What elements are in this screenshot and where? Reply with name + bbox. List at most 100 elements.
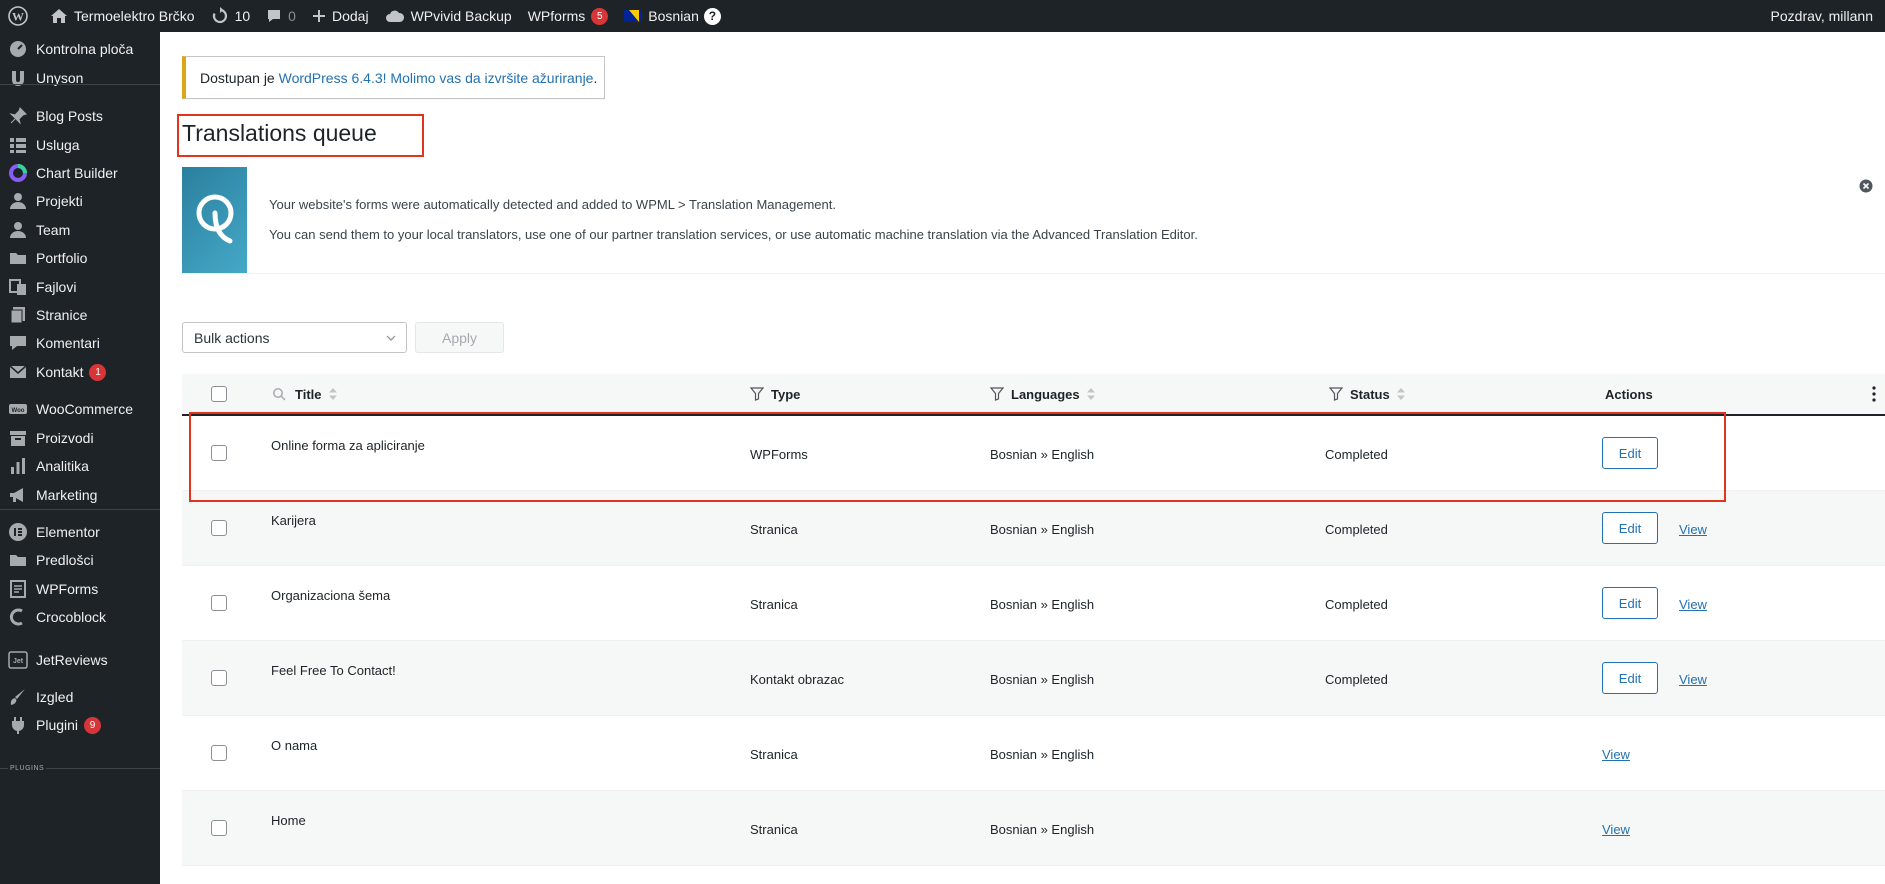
row-checkbox[interactable]	[211, 820, 227, 836]
chevron-down-icon	[386, 335, 396, 341]
row-status: Completed	[1325, 522, 1388, 537]
sidebar-item-label: JetReviews	[36, 652, 108, 668]
type-header-label: Type	[771, 386, 801, 402]
filter-icon[interactable]	[750, 387, 764, 401]
row-checkbox-box	[211, 745, 227, 761]
column-options-button[interactable]	[1872, 374, 1876, 414]
unyson-icon	[8, 68, 28, 88]
wpml-logo-icon	[196, 194, 233, 244]
sidebar-item-marketing[interactable]: Marketing	[0, 480, 160, 510]
language-switcher[interactable]: Bosnian ?	[616, 0, 729, 32]
row-checkbox[interactable]	[211, 595, 227, 611]
cloud-icon	[385, 10, 404, 22]
edit-button[interactable]: Edit	[1602, 662, 1658, 694]
sidebar-item-wpforms[interactable]: WPForms	[0, 574, 160, 604]
sidebar-item-stranice[interactable]: Stranice	[0, 300, 160, 330]
filter-icon[interactable]	[1329, 387, 1343, 401]
plugins-section-tag: PLUGINS	[8, 765, 47, 772]
edit-button[interactable]: Edit	[1602, 587, 1658, 619]
sidebar-item-blog-posts[interactable]: Blog Posts	[0, 101, 160, 131]
sidebar-item-label: Izgled	[36, 689, 74, 705]
edit-button[interactable]: Edit	[1602, 512, 1658, 544]
wordpress-logo-button[interactable]: W	[0, 0, 42, 32]
dashboard-icon	[8, 39, 28, 59]
pages-icon	[8, 305, 28, 325]
user-greeting[interactable]: Pozdrav, millann	[1771, 0, 1873, 32]
sidebar-item-label: Fajlovi	[36, 279, 77, 295]
status-column-header[interactable]: Status	[1329, 374, 1406, 414]
site-name-link[interactable]: Termoelektro Brčko	[42, 0, 203, 32]
view-link[interactable]: View	[1679, 597, 1707, 612]
actions-header-label: Actions	[1605, 386, 1653, 402]
plugin-icon	[8, 715, 28, 735]
select-all-checkbox[interactable]	[211, 374, 227, 414]
wpforms-link[interactable]: WPforms 5	[520, 0, 617, 32]
comments-count: 0	[288, 8, 296, 24]
actions-column-header: Actions	[1605, 374, 1653, 414]
sidebar-item-fajlovi[interactable]: Fajlovi	[0, 272, 160, 302]
sidebar-item-projekti[interactable]: Projekti	[0, 186, 160, 216]
comments-link[interactable]: 0	[258, 0, 304, 32]
banner-close-button[interactable]	[1859, 179, 1873, 198]
status-header-label: Status	[1350, 386, 1390, 402]
archive-icon	[8, 428, 28, 448]
row-checkbox[interactable]	[211, 520, 227, 536]
title-column-header[interactable]: Title	[272, 374, 338, 414]
type-column-header[interactable]: Type	[750, 374, 800, 414]
sidebar-item-label: Crocoblock	[36, 609, 107, 625]
sidebar-item-plugini[interactable]: Plugini 9	[0, 710, 160, 740]
view-link[interactable]: View	[1679, 672, 1707, 687]
wordpress-update-link[interactable]: WordPress 6.4.3! Molimo vas da izvršite …	[279, 70, 594, 86]
row-checkbox[interactable]	[211, 745, 227, 761]
view-link[interactable]: View	[1602, 747, 1630, 762]
admin-sidebar: Kontrolna ploča Unyson Blog Posts Usluga Cha…	[0, 32, 160, 884]
sidebar-item-proizvodi[interactable]: Proizvodi	[0, 423, 160, 453]
sort-icon[interactable]	[1086, 387, 1096, 401]
comment-icon	[268, 10, 281, 22]
sidebar-item-chart-builder[interactable]: Chart Builder	[0, 158, 160, 188]
sidebar-item-kontakt[interactable]: Kontakt 1	[0, 357, 160, 387]
sidebar-item-unyson[interactable]: Unyson	[0, 63, 160, 93]
bulk-actions-select[interactable]: Bulk actions	[182, 322, 407, 353]
edit-button-label: Edit	[1618, 520, 1642, 536]
add-new-link[interactable]: Dodaj	[304, 0, 377, 32]
filter-icon[interactable]	[990, 387, 1004, 401]
sidebar-item-crocoblock[interactable]: Crocoblock	[0, 602, 160, 632]
wpvivid-backup-link[interactable]: WPvivid Backup	[377, 0, 520, 32]
sidebar-item-label: WPForms	[36, 581, 99, 597]
sidebar-item-label: Blog Posts	[36, 108, 103, 124]
woocommerce-icon: Woo	[8, 399, 28, 419]
view-link[interactable]: View	[1602, 822, 1630, 837]
row-type: Stranica	[750, 597, 798, 612]
sidebar-item-kontrolna-ploca[interactable]: Kontrolna ploča	[0, 34, 160, 64]
row-status: Completed	[1325, 597, 1388, 612]
sidebar-item-usluga[interactable]: Usluga	[0, 130, 160, 160]
sort-icon[interactable]	[1396, 387, 1406, 401]
sort-icon[interactable]	[328, 387, 338, 401]
view-link[interactable]: View	[1679, 522, 1707, 537]
sidebar-item-label: Team	[36, 222, 71, 238]
close-icon	[1859, 179, 1873, 193]
sidebar-item-izgled[interactable]: Izgled	[0, 682, 160, 712]
view-link-label: View	[1602, 822, 1630, 837]
updates-link[interactable]: 10	[203, 0, 259, 32]
sidebar-item-elementor[interactable]: Elementor	[0, 517, 160, 547]
sidebar-item-woocommerce[interactable]: Woo WooCommerce	[0, 394, 160, 424]
update-notice: Dostupan je WordPress 6.4.3! Molimo vas …	[182, 56, 605, 99]
sidebar-item-portfolio[interactable]: Portfolio	[0, 243, 160, 273]
bar-chart-icon	[8, 456, 28, 476]
wordpress-version-link-text: WordPress 6.4.3	[278, 69, 383, 86]
sidebar-item-komentari[interactable]: Komentari	[0, 328, 160, 358]
svg-text:W: W	[12, 10, 24, 24]
sidebar-item-label: Projekti	[36, 193, 83, 209]
sidebar-item-predlosci[interactable]: Predlošci	[0, 545, 160, 575]
languages-column-header[interactable]: Languages	[990, 374, 1096, 414]
row-checkbox[interactable]	[211, 670, 227, 686]
apply-button[interactable]: Apply	[415, 322, 504, 353]
sidebar-item-team[interactable]: Team	[0, 215, 160, 245]
sidebar-item-analitika[interactable]: Analitika	[0, 451, 160, 481]
sidebar-item-jetreviews[interactable]: Jet JetReviews	[0, 645, 160, 675]
table-row: O nama Stranica Bosnian » English View	[182, 716, 1885, 791]
row-languages: Bosnian » English	[990, 747, 1095, 762]
sidebar-item-label: Chart Builder	[36, 165, 118, 181]
